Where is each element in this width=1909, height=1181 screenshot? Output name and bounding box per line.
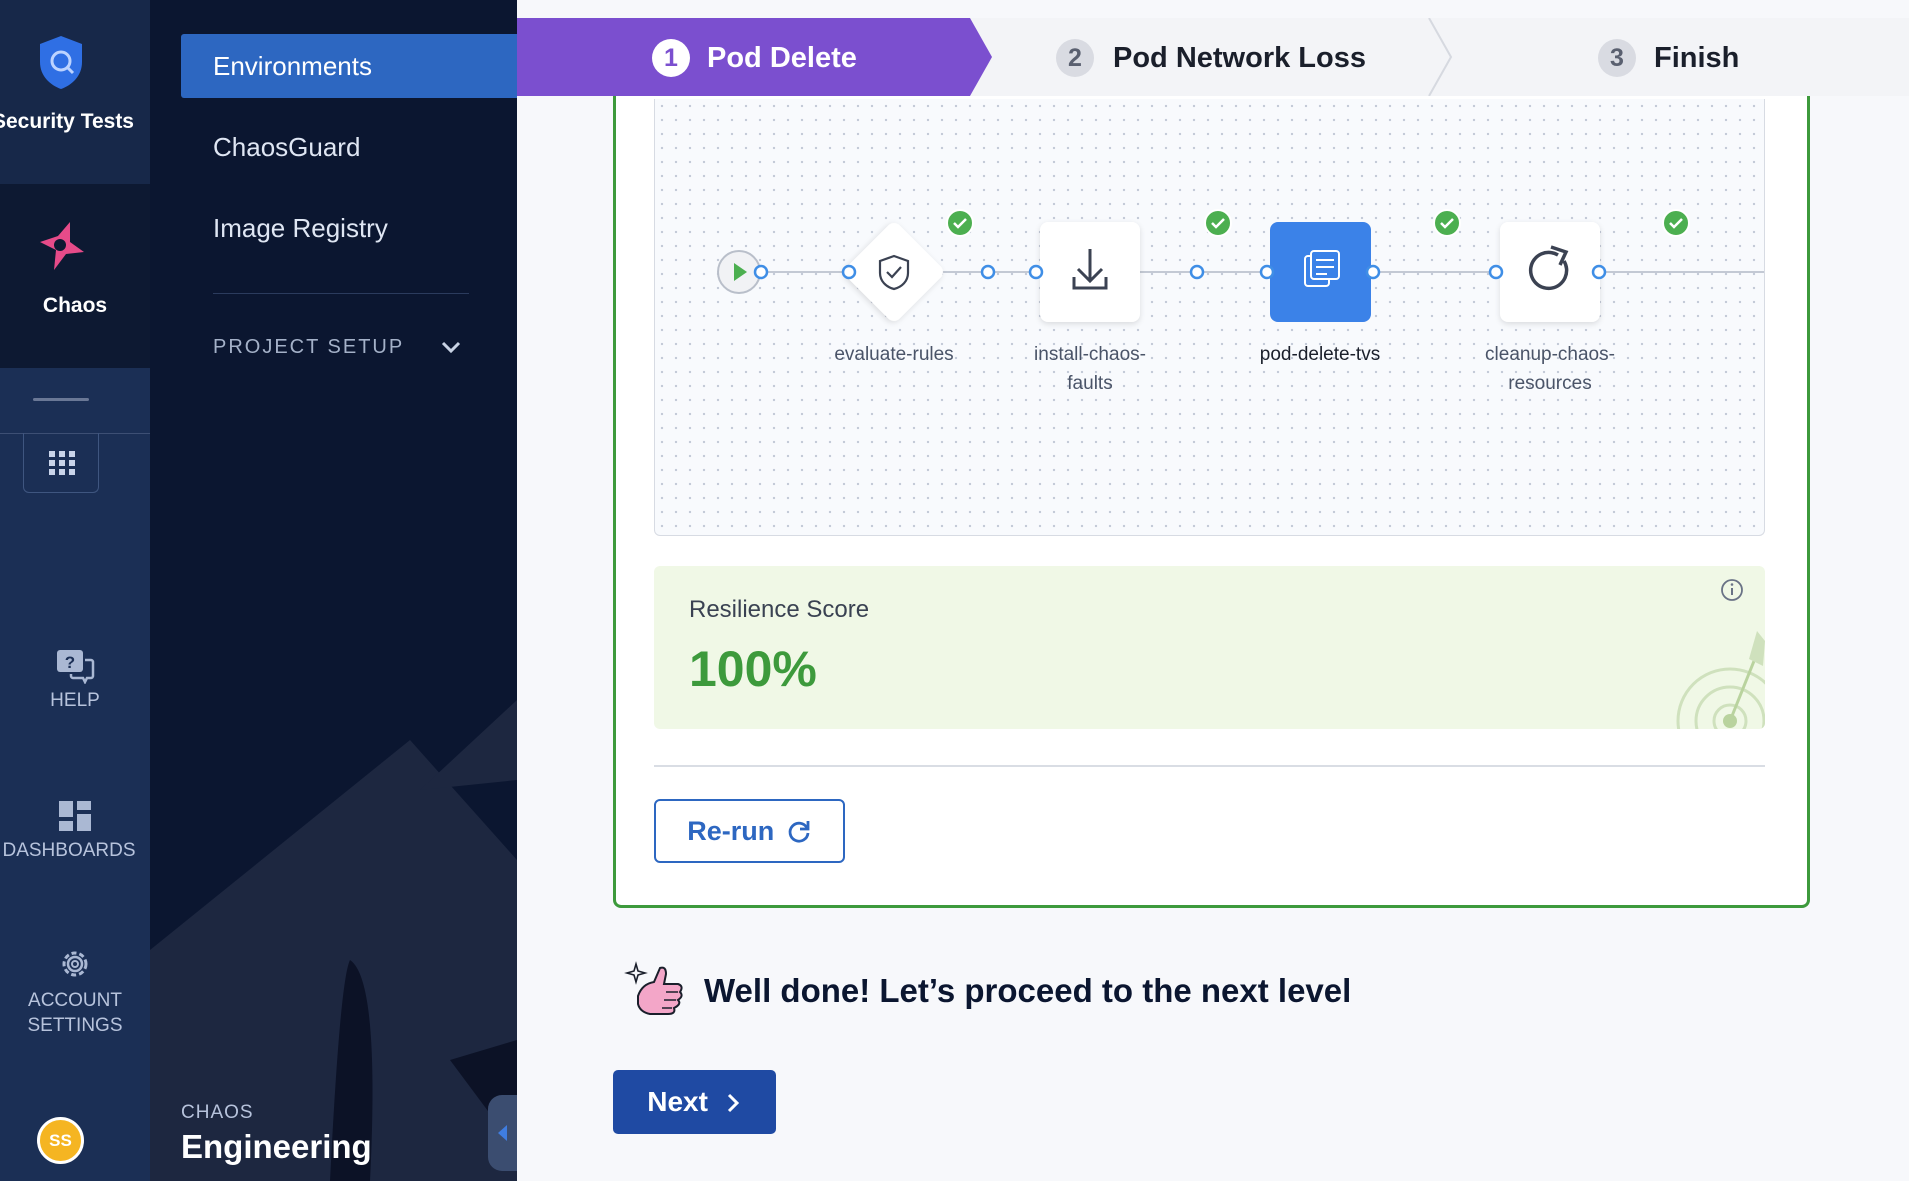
project-setup-section[interactable]: PROJECT SETUP — [213, 336, 404, 359]
next-label: Next — [647, 1086, 708, 1117]
rerun-button[interactable]: Re-run — [654, 799, 845, 863]
node-label-line-2: resources — [1508, 373, 1592, 394]
main-content: 1 Pod Delete 2 Pod Network Loss 3 Finish — [517, 0, 1909, 1181]
module-title: Engineering — [181, 1128, 372, 1165]
module-subtitle: CHAOS — [181, 1102, 254, 1123]
module-rail: Security Tests Chaos ? HELP DASHBOARDS A… — [0, 0, 150, 1181]
step-2-number: 2 — [1056, 39, 1094, 77]
step-1-number: 1 — [652, 39, 690, 77]
nav-item-environments[interactable]: Environments — [181, 34, 517, 98]
node-pod-delete-tvs[interactable]: pod-delete-tvs — [1220, 207, 1420, 365]
node-evaluate-rules[interactable]: evaluate-rules — [794, 207, 994, 365]
step-3-label: Finish — [1654, 42, 1740, 74]
nav-item-chaosguard[interactable]: ChaosGuard — [181, 115, 517, 179]
side-nav: Environments ChaosGuard Image Registry P… — [150, 0, 517, 1181]
node-label-line-1: cleanup-chaos- — [1485, 344, 1615, 365]
nav-item-image-registry[interactable]: Image Registry — [181, 196, 517, 260]
shield-icon — [40, 36, 82, 89]
gear-icon — [62, 951, 88, 977]
step-3-number: 3 — [1598, 39, 1636, 77]
resilience-score-label: Resilience Score — [689, 596, 870, 623]
rail-account-label-1: ACCOUNT — [28, 990, 122, 1011]
chevron-right-icon — [727, 1093, 739, 1113]
success-message: Well done! Let’s proceed to the next lev… — [704, 972, 1352, 1009]
rail-security-tests[interactable]: Security Tests — [0, 0, 150, 184]
next-button[interactable]: Next — [613, 1070, 776, 1134]
rerun-label: Re-run — [687, 815, 775, 846]
node-label-line-1: install-chaos- — [1034, 344, 1146, 365]
nav-divider — [213, 293, 469, 294]
rail-dashboards-label: DASHBOARDS — [2, 840, 136, 861]
node-label-line-2: faults — [1067, 373, 1113, 394]
user-avatar[interactable]: SS — [37, 1117, 84, 1164]
svg-text:?: ? — [65, 653, 75, 672]
rail-dashboards[interactable]: DASHBOARDS — [0, 800, 150, 863]
pipeline-canvas[interactable]: evaluate-rules install-chaos- faults pod… — [654, 99, 1765, 536]
rail-separator — [33, 398, 89, 401]
card-divider — [654, 765, 1765, 767]
collapse-arrow-icon — [498, 1125, 507, 1141]
level-stepper: 1 Pod Delete 2 Pod Network Loss 3 Finish — [517, 18, 1909, 96]
rail-security-label: Security Tests — [0, 110, 134, 133]
rail-help[interactable]: ? HELP — [0, 648, 150, 713]
rail-help-label: HELP — [50, 690, 100, 711]
thumbs-up-icon — [624, 961, 683, 1015]
chevron-down-icon[interactable] — [440, 340, 462, 354]
node-label: evaluate-rules — [834, 344, 954, 365]
step-2-label: Pod Network Loss — [1113, 42, 1366, 74]
step-1-label: Pod Delete — [707, 42, 857, 74]
rail-account-settings[interactable]: ACCOUNT SETTINGS — [0, 946, 150, 1038]
all-modules-button[interactable] — [23, 433, 99, 493]
chaos-icon — [40, 222, 84, 270]
grid-icon — [49, 451, 75, 475]
rail-chaos[interactable]: Chaos — [0, 184, 150, 368]
resilience-score-panel: Resilience Score 100% — [654, 566, 1765, 729]
info-icon[interactable] — [1719, 577, 1745, 603]
help-chat-icon: ? — [57, 650, 95, 684]
experiment-result-card: evaluate-rules install-chaos- faults pod… — [613, 96, 1810, 908]
node-install-chaos-faults[interactable]: install-chaos- faults — [990, 207, 1190, 394]
refresh-icon — [788, 820, 810, 843]
collapse-nav-button[interactable] — [488, 1095, 517, 1171]
rail-chaos-label: Chaos — [42, 294, 108, 317]
resilience-score-value: 100% — [689, 641, 817, 697]
target-illustration-icon — [1676, 631, 1765, 729]
rail-account-label-2: SETTINGS — [27, 1015, 123, 1036]
node-cleanup-chaos-resources[interactable]: cleanup-chaos- resources — [1450, 207, 1650, 394]
dashboard-icon — [59, 801, 91, 831]
node-label: pod-delete-tvs — [1259, 344, 1381, 365]
